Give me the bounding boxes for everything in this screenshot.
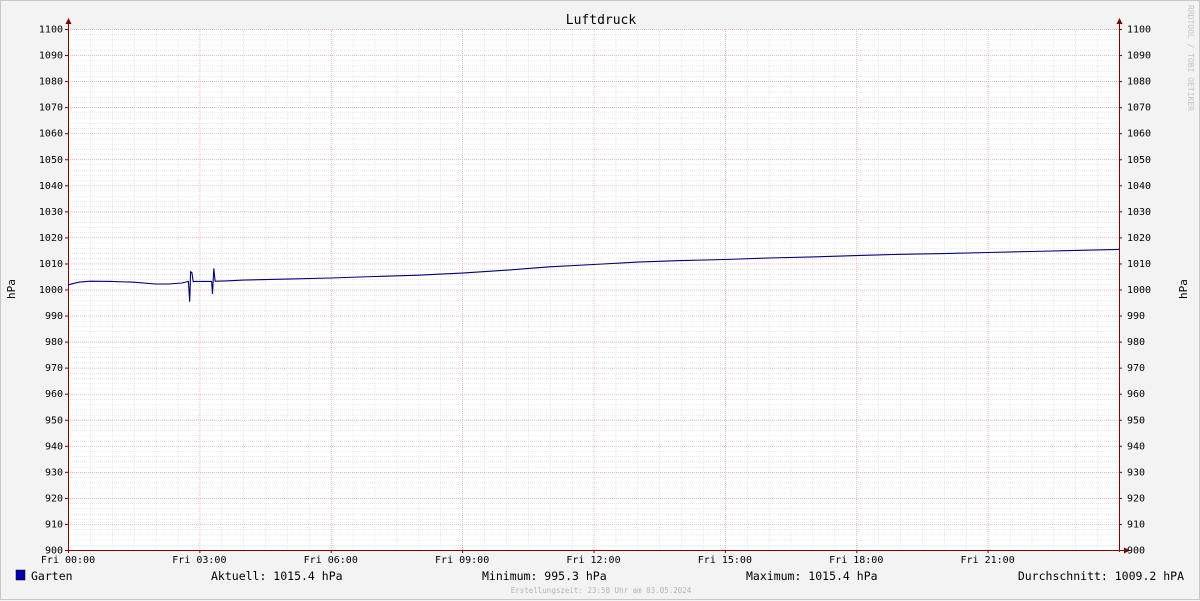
y-tick-label-right: 930 [1127, 467, 1145, 478]
y-tick-label-left: 950 [45, 415, 63, 426]
y-tick-label-right: 910 [1127, 519, 1145, 530]
y-tick-label-left: 1040 [39, 181, 63, 192]
legend-minimum: Minimum: 995.3 hPa [482, 569, 607, 583]
y-tick-label-right: 970 [1127, 363, 1145, 374]
chart: 900 900910 910920 920930 930940 940950 950960 9… [5, 5, 1195, 595]
y-tick-label-right: 1100 [1127, 25, 1151, 36]
watermark: RRDTOOL / TOBI OETIKER [1186, 5, 1195, 111]
x-tick-label: Fri 09:00 [435, 555, 489, 566]
legend-aktuell: Aktuell: 1015.4 hPa [211, 569, 343, 583]
x-tick-label: Fri 18:00 [829, 555, 883, 566]
x-tick-label: Fri 21:00 [961, 555, 1015, 566]
y-tick-label-left: 970 [45, 363, 63, 374]
y-tick-label-right: 990 [1127, 311, 1145, 322]
y-axis-label-left: hPa [5, 279, 18, 299]
y-tick-label-right: 940 [1127, 441, 1145, 452]
y-tick-label-right: 980 [1127, 337, 1145, 348]
y-tick-label-left: 960 [45, 389, 63, 400]
x-tick-label: Fri 06:00 [304, 555, 358, 566]
y-tick-label-left: 1070 [39, 103, 63, 114]
y-tick-label-right: 1080 [1127, 77, 1151, 88]
y-tick-label-left: 1100 [39, 25, 63, 36]
y-tick-label-left: 1090 [39, 51, 63, 62]
y-tick-label-left: 1000 [39, 285, 63, 296]
legend-swatch [15, 569, 26, 581]
x-tick-label: Fri 03:00 [172, 555, 226, 566]
y-axis-label-right: hPa [1177, 279, 1190, 299]
y-tick-label-right: 1020 [1127, 233, 1151, 244]
y-tick-label-right: 1010 [1127, 259, 1151, 270]
y-tick-label-right: 1060 [1127, 129, 1151, 140]
y-tick-label-right: 1030 [1127, 207, 1151, 218]
legend-series-name: Garten [31, 569, 73, 583]
y-tick-label-left: 930 [45, 467, 63, 478]
y-tick-label-right: 1070 [1127, 103, 1151, 114]
y-tick-label-left: 1010 [39, 259, 63, 270]
x-tick-label: Fri 12:00 [566, 555, 620, 566]
y-tick-label-right: 1040 [1127, 181, 1151, 192]
plot-area [68, 29, 1119, 550]
y-tick-label-left: 1080 [39, 77, 63, 88]
y-tick-label-left: 1050 [39, 155, 63, 166]
y-tick-label-left: 1030 [39, 207, 63, 218]
chart-title: Luftdruck [566, 13, 637, 28]
y-tick-label-left: 980 [45, 337, 63, 348]
y-tick-label-left: 920 [45, 493, 63, 504]
x-tick-label: Fri 15:00 [698, 555, 752, 566]
graph-frame: 900 900 910 910 920 920 930 930 940 940 950 950 960 9… [0, 0, 1200, 600]
x-tick-label: Fri 00:00 [41, 555, 95, 566]
legend-durchschnitt: Durchschnitt: 1009.2 hPA [1018, 569, 1184, 583]
y-tick-label-right: 1000 [1127, 285, 1151, 296]
y-tick-label-left: 990 [45, 311, 63, 322]
y-tick-label-right: 920 [1127, 493, 1145, 504]
y-tick-label-right: 1090 [1127, 51, 1151, 62]
footer-timestamp: Erstellungszeit: 23:58 Uhr am 03.05.2024 [511, 586, 692, 595]
y-axis-arrow-left [65, 18, 72, 24]
y-tick-label-right: 900 [1127, 546, 1145, 557]
y-tick-label-left: 910 [45, 519, 63, 530]
y-tick-label-left: 1060 [39, 129, 63, 140]
y-tick-label-right: 1050 [1127, 155, 1151, 166]
y-tick-label-right: 950 [1127, 415, 1145, 426]
y-tick-label-left: 940 [45, 441, 63, 452]
y-axis-arrow-right [1116, 18, 1123, 24]
y-tick-label-left: 1020 [39, 233, 63, 244]
legend-maximum: Maximum: 1015.4 hPa [746, 569, 878, 583]
y-tick-label-right: 960 [1127, 389, 1145, 400]
